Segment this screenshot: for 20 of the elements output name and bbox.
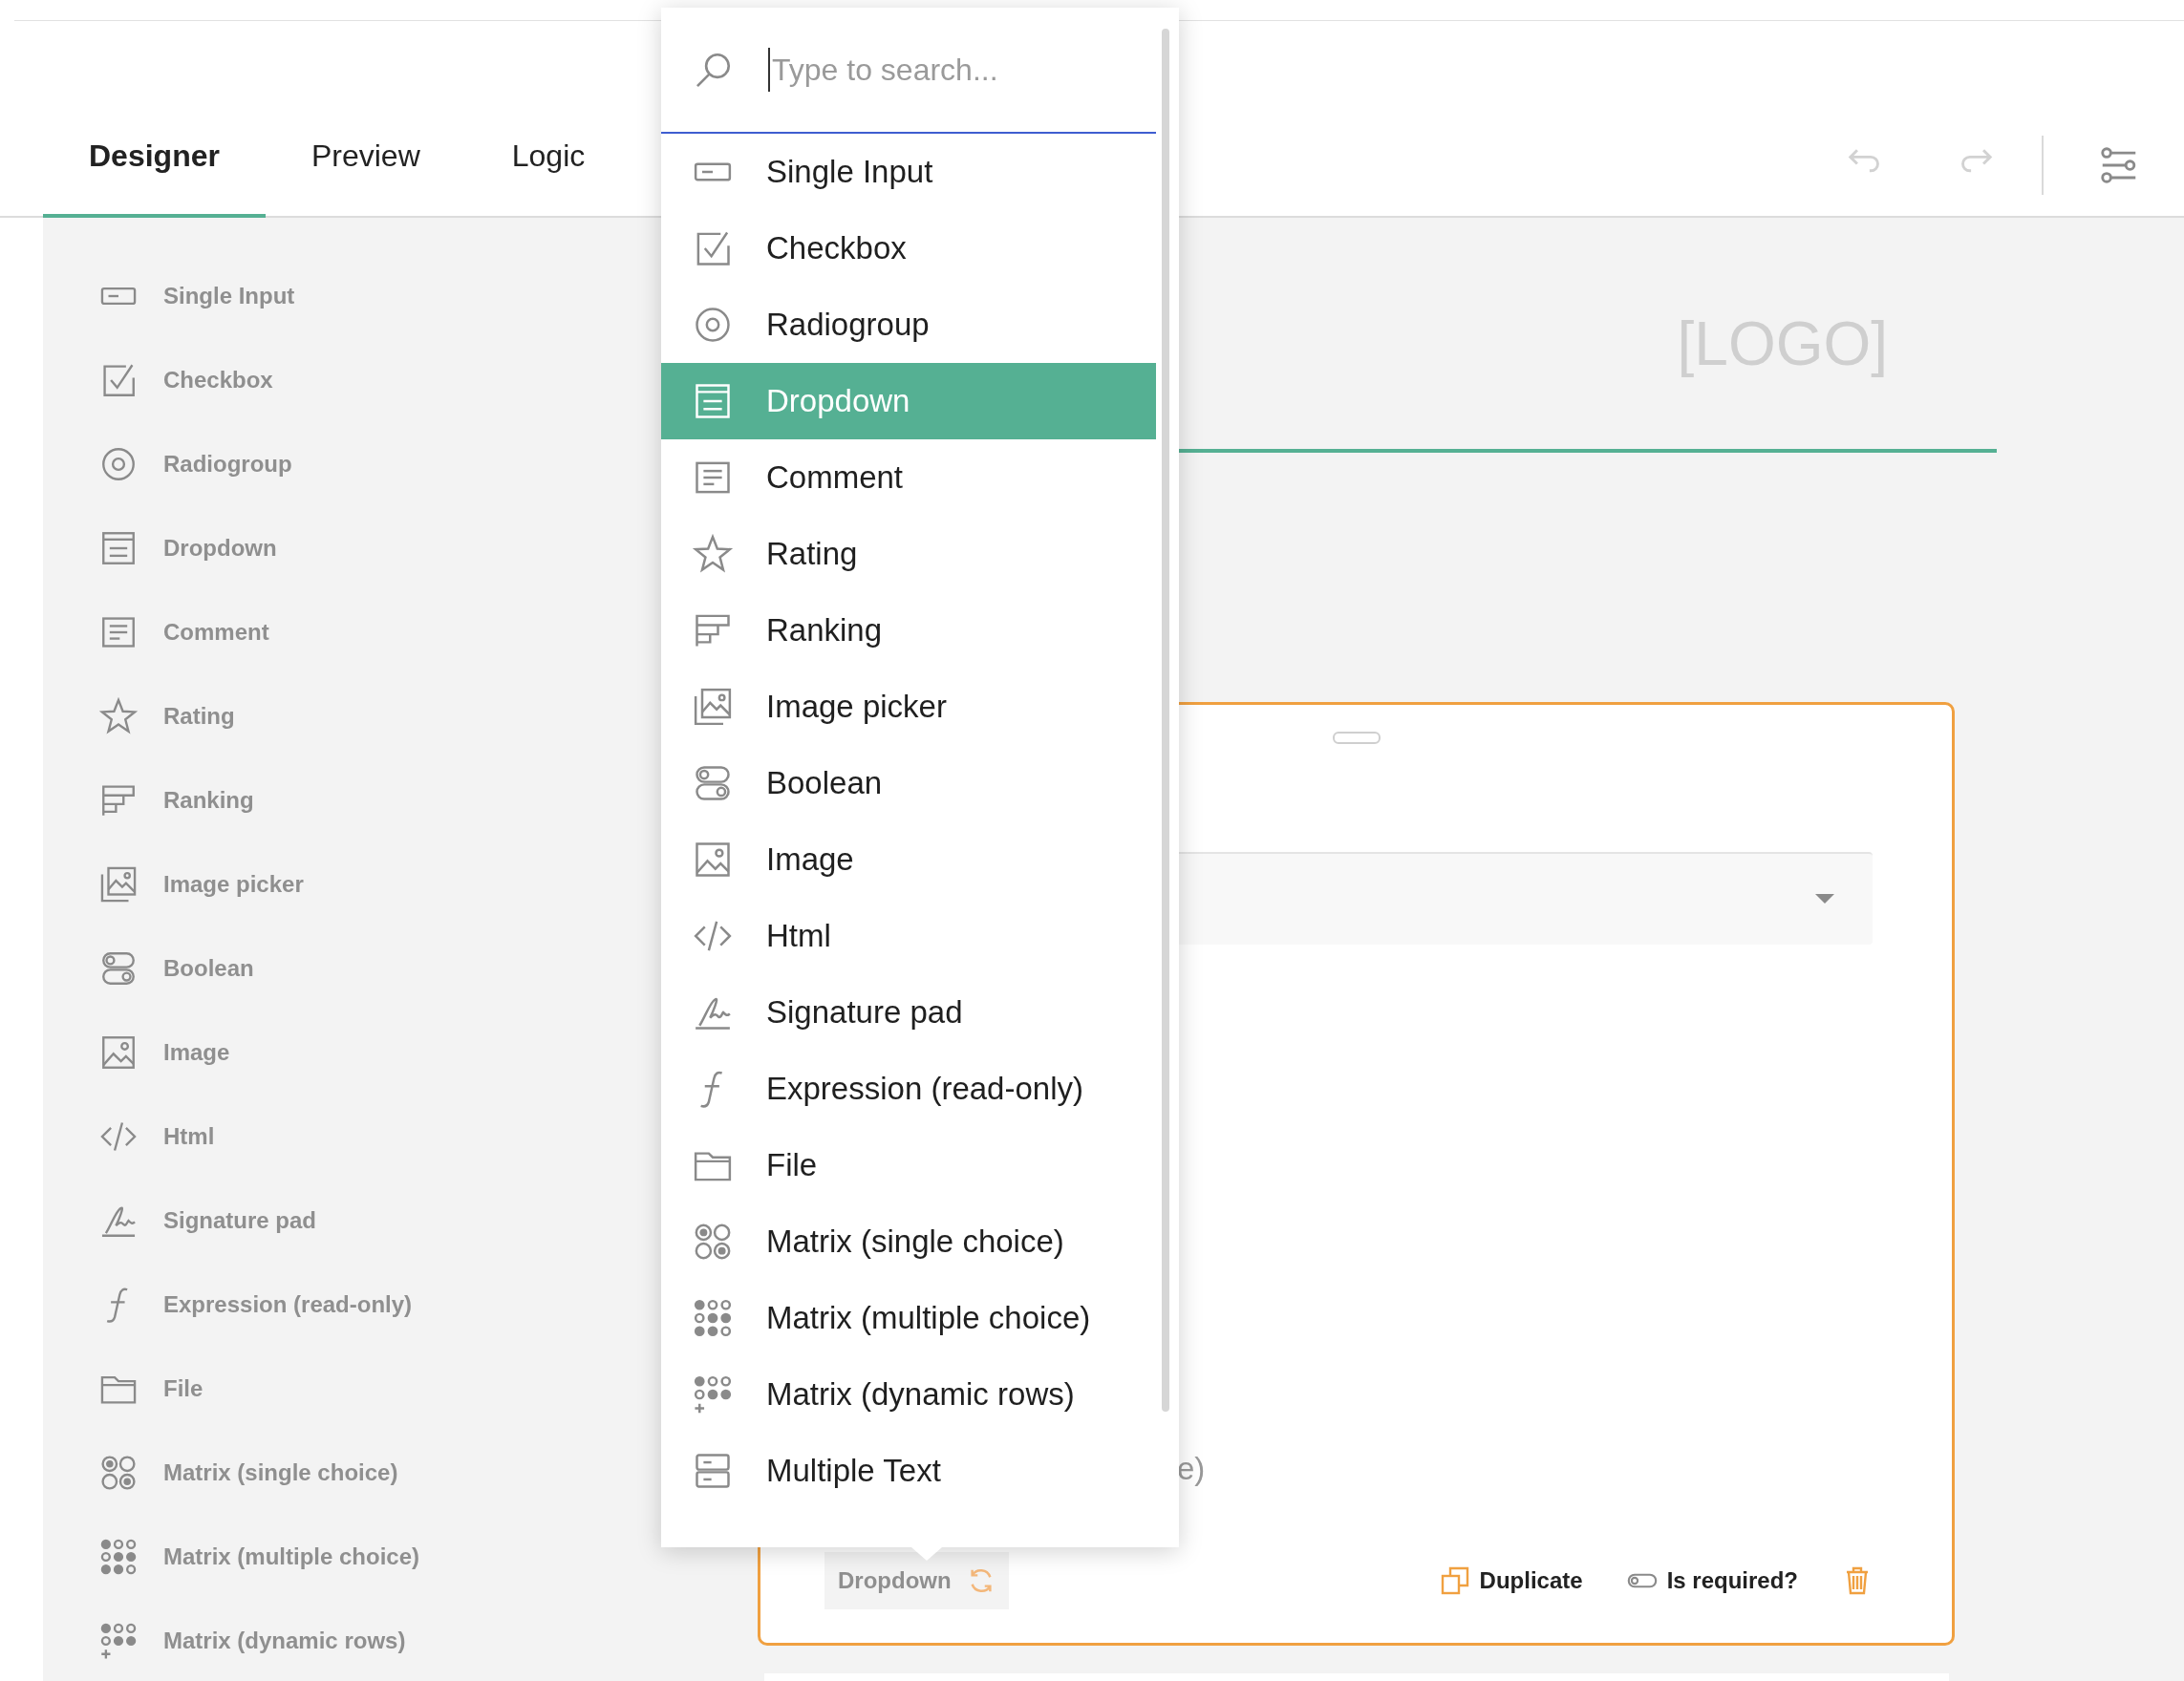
dot-grid-plus-icon bbox=[692, 1373, 734, 1415]
duplicate-button[interactable]: Duplicate bbox=[1439, 1565, 1583, 1596]
dot-grid-icon bbox=[98, 1537, 139, 1577]
required-toggle[interactable]: Is required? bbox=[1626, 1565, 1798, 1596]
image-picker-icon bbox=[692, 686, 734, 728]
image-picker-icon bbox=[98, 864, 139, 904]
dot-grid-plus-icon bbox=[98, 1621, 139, 1661]
matrix-icon bbox=[98, 1453, 139, 1493]
caret-icon bbox=[1815, 893, 1834, 905]
drag-handle[interactable] bbox=[1332, 732, 1381, 744]
scrollbar[interactable] bbox=[1162, 29, 1169, 1412]
menu-item[interactable]: Single Input bbox=[661, 134, 1156, 210]
star-icon bbox=[98, 696, 139, 736]
tab[interactable]: Logic bbox=[465, 97, 632, 218]
tab[interactable]: Preview bbox=[265, 97, 466, 218]
question-text: e) bbox=[1177, 1451, 1206, 1486]
search-field[interactable]: Type to search... bbox=[768, 48, 1156, 92]
duplicate-icon bbox=[1439, 1565, 1470, 1596]
dot-grid-icon bbox=[692, 1297, 734, 1339]
star-icon bbox=[692, 533, 734, 575]
